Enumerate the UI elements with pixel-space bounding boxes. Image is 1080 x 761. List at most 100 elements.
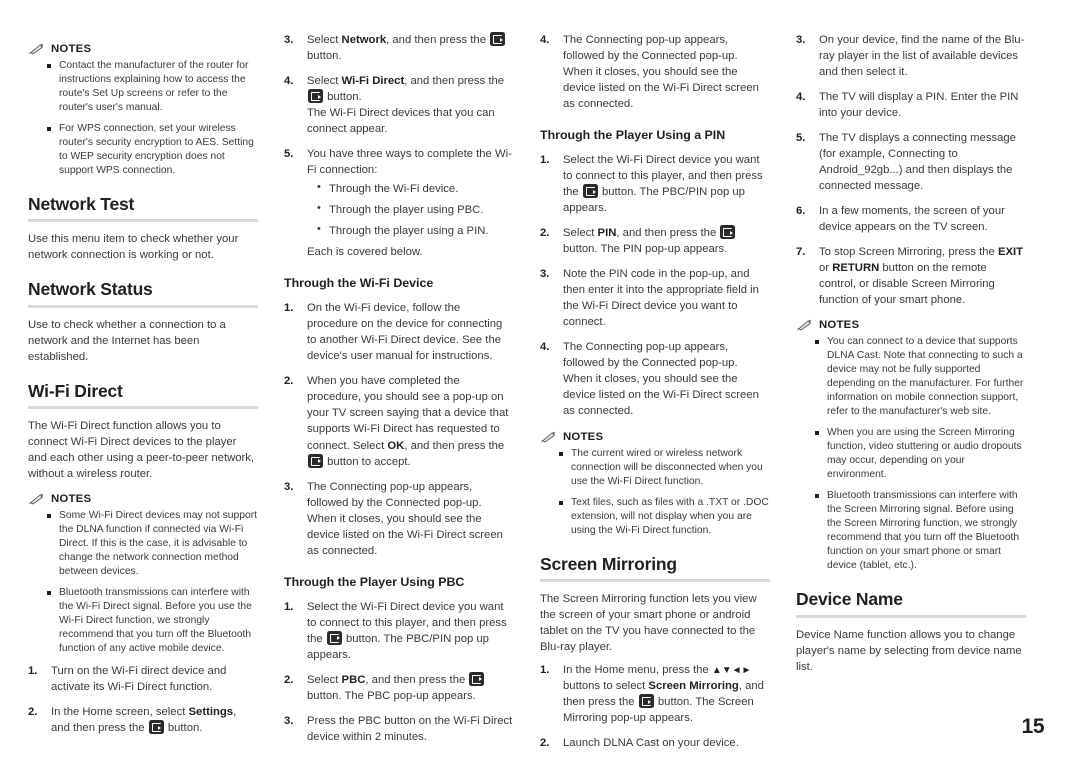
step-number: 5.: [796, 132, 806, 145]
step-item: 2. In the Home screen, select Settings, a…: [28, 704, 258, 736]
step-number: 3.: [284, 714, 294, 727]
wifi-direct-body: The Wi-Fi Direct function allows you to …: [28, 420, 255, 481]
step-number: 2.: [540, 737, 550, 750]
pencil-icon: [540, 431, 556, 443]
screen-mirroring-body: The Screen Mirroring function lets you v…: [540, 592, 757, 653]
direction-arrows-icon: ▲▼◄►: [711, 664, 752, 676]
heading-rule: [28, 219, 258, 223]
enter-button-icon: [326, 630, 342, 645]
enter-button-icon: [308, 453, 323, 468]
step-text: The Connecting pop-up appears, followed …: [307, 480, 503, 557]
subsection-title-through-player-pin: Through the Player Using a PIN: [540, 128, 726, 143]
step-item: 4. Select Wi-Fi Direct, and then press th…: [284, 73, 514, 137]
step-item: 1. Select the Wi-Fi Direct device you wan…: [284, 599, 514, 663]
column-3: 4. The Connecting pop-up appears, follow…: [540, 32, 796, 749]
step-item: 6. In a few moments, the screen of your d…: [796, 203, 1026, 235]
notes-label: NOTES: [51, 493, 92, 506]
column-4: 3. On your device, find the name of the B…: [796, 32, 1052, 692]
emphasis-text: PBC: [341, 673, 366, 686]
step-number: 7.: [796, 246, 806, 259]
emphasis-text: RETURN: [832, 262, 880, 275]
step-bullet-item: Through the player using a PIN.: [317, 222, 514, 239]
step-text: The Connecting pop-up appears, followed …: [563, 34, 759, 111]
step-item: 1. On the Wi-Fi device, follow the proced…: [284, 300, 514, 364]
step-bullet-list: Through the Wi-Fi device. Through the pla…: [307, 180, 514, 239]
notes-label: NOTES: [819, 319, 860, 332]
step-list-through-wifi-device: 1. On the Wi-Fi device, follow the proced…: [284, 300, 514, 558]
enter-button-icon: [148, 720, 164, 735]
step-item: 1. In the Home menu, press the ▲▼◄► butto…: [540, 662, 770, 726]
notes-list: Contact the manufacturer of the router f…: [28, 59, 258, 178]
step-text: To stop Screen Mirroring, press the EXIT…: [819, 246, 1024, 307]
note-item: Contact the manufacturer of the router f…: [47, 59, 258, 115]
step-item: 3. On your device, find the name of the B…: [796, 32, 1026, 80]
notes-block-wifi-direct: NOTES Some Wi-Fi Direct devices may not …: [28, 493, 258, 656]
step-number: 4.: [796, 91, 806, 104]
step-number: 2.: [284, 375, 294, 388]
note-item: Bluetooth transmissions can interfere wi…: [47, 586, 258, 656]
subsection-title-through-player-pbc: Through the Player Using PBC: [284, 574, 465, 589]
step-number: 6.: [796, 205, 806, 218]
notes-label: NOTES: [563, 430, 604, 443]
emphasis-text: Settings: [188, 706, 234, 719]
step-item: 3. The Connecting pop-up appears, followe…: [284, 479, 514, 559]
step-text: Select PIN, and then press the button. T…: [563, 225, 736, 255]
step-list-through-player-pbc: 1. Select the Wi-Fi Direct device you wan…: [284, 599, 514, 745]
note-item: Some Wi-Fi Direct devices may not suppor…: [47, 509, 258, 579]
enter-button-icon: [308, 89, 323, 104]
enter-button-icon: [490, 32, 506, 46]
step-item: 3. Press the PBC button on the Wi-Fi Dire…: [284, 713, 514, 745]
pencil-icon: [28, 493, 44, 505]
step-list-pbc-continued: 4. The Connecting pop-up appears, follow…: [540, 32, 770, 112]
enter-button-icon: [582, 184, 598, 199]
notes-header: NOTES: [540, 431, 770, 443]
step-list-screen-mirroring: 1. In the Home menu, press the ▲▼◄► butto…: [540, 662, 770, 751]
step-number: 2.: [540, 227, 550, 240]
step-item: 2. Select PBC, and then press the button.…: [284, 671, 514, 704]
pencil-icon: [28, 43, 44, 55]
note-item: The current wired or wireless network co…: [559, 447, 770, 489]
step-number: 4.: [540, 341, 550, 354]
heading-rule: [28, 406, 258, 410]
step-text: When you have completed the procedure, y…: [307, 375, 509, 468]
network-test-body: Use this menu item to check whether your…: [28, 233, 239, 262]
step-text: Select Wi-Fi Direct, and then press the …: [307, 75, 505, 136]
section-title-network-test: Network Test: [28, 194, 135, 214]
notes-header: NOTES: [28, 493, 258, 505]
emphasis-text: EXIT: [997, 246, 1024, 259]
step-text: The TV will display a PIN. Enter the PIN…: [819, 91, 1019, 120]
step-text: Select the Wi-Fi Direct device you want …: [563, 154, 763, 215]
step-list-screen-mirroring-continued: 3. On your device, find the name of the B…: [796, 32, 1026, 308]
step-number: 4.: [540, 34, 550, 46]
heading-rule: [796, 614, 1026, 618]
step-text: Select PBC, and then press the button. T…: [307, 671, 485, 702]
notes-list: The current wired or wireless network co…: [540, 447, 770, 538]
notes-list: Some Wi-Fi Direct devices may not suppor…: [28, 509, 258, 656]
pencil-icon: [796, 319, 812, 331]
notes-block-wifi-direct-limits: NOTES The current wired or wireless netw…: [540, 431, 770, 538]
heading-rule: [540, 578, 770, 582]
notes-header: NOTES: [796, 319, 1026, 331]
step-text: On your device, find the name of the Blu…: [819, 34, 1025, 79]
device-name-body: Device Name function allows you to chang…: [796, 628, 1022, 673]
step-text: In the Home screen, select Settings, and…: [51, 706, 237, 735]
step-number: 3.: [284, 480, 294, 493]
enter-button-icon: [469, 671, 485, 686]
step-text: In the Home menu, press the ▲▼◄► buttons…: [563, 663, 764, 725]
step-item: 4. The Connecting pop-up appears, followe…: [540, 339, 770, 419]
step-text: Note the PIN code in the pop-up, and the…: [563, 268, 759, 329]
column-2: 3. Select Network, and then press the but…: [284, 32, 540, 743]
step-item: 5. You have three ways to complete the Wi…: [284, 146, 514, 260]
step-item: 5. The TV displays a connecting message (…: [796, 130, 1026, 194]
step-number: 1.: [540, 154, 550, 167]
note-item: Text files, such as files with a .TXT or…: [559, 496, 770, 538]
step-item: 1. Turn on the Wi-Fi direct device and ac…: [28, 663, 258, 695]
enter-button-icon: [720, 225, 736, 240]
step-text: Press the PBC button on the Wi-Fi Direct…: [307, 714, 513, 743]
enter-button-icon: [638, 694, 654, 709]
step-item: 4. The TV will display a PIN. Enter the P…: [796, 89, 1026, 121]
step-number: 1.: [540, 663, 550, 676]
step-number: 3.: [284, 34, 294, 46]
step-text: Turn on the Wi-Fi direct device and acti…: [51, 665, 227, 694]
step-bullet-item: Through the Wi-Fi device.: [317, 180, 514, 197]
